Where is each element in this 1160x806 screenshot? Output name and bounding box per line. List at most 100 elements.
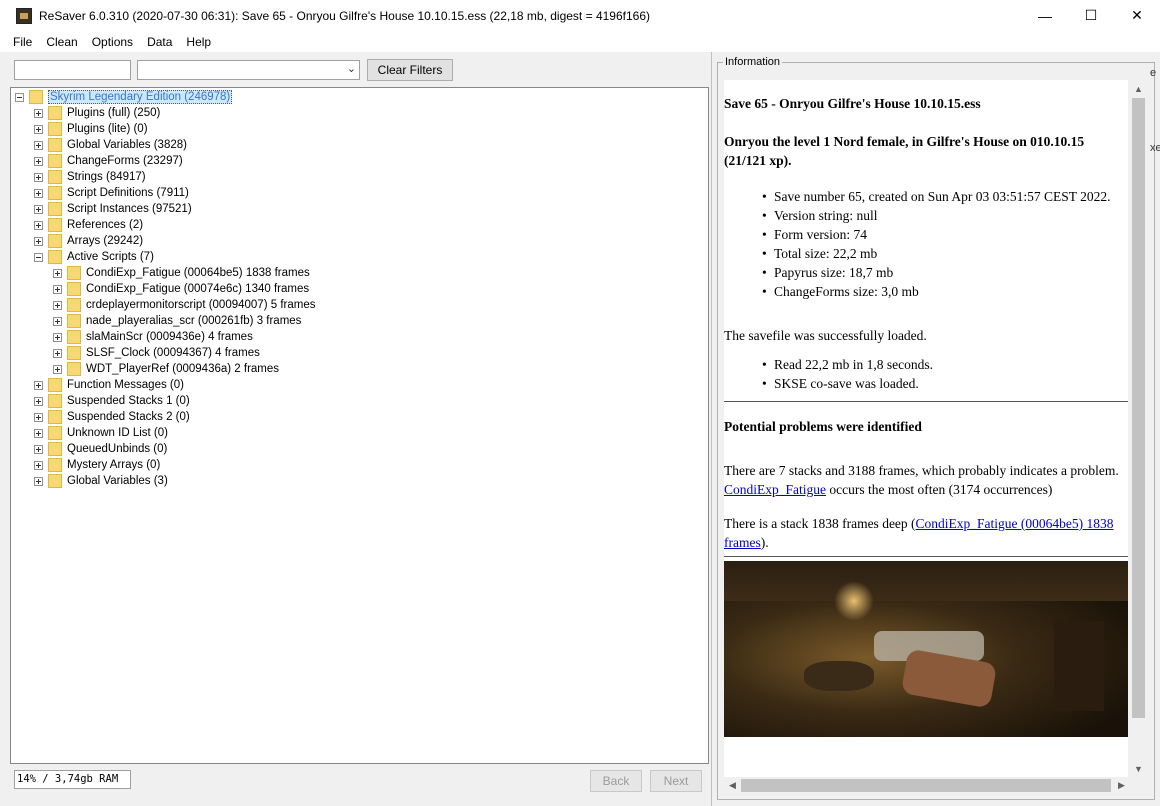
tree-node[interactable]: Function Messages (0) — [34, 377, 184, 393]
tree-node[interactable]: Script Instances (97521) — [34, 201, 192, 217]
most-often-link[interactable]: CondiExp_Fatigue — [724, 482, 826, 497]
tree-node-label[interactable]: Script Definitions (7911) — [67, 187, 189, 199]
tree-expander-icon[interactable] — [34, 460, 43, 470]
tree-node-label[interactable]: ChangeForms (23297) — [67, 155, 183, 167]
tree-expander-icon[interactable] — [34, 172, 43, 182]
menu-data[interactable]: Data — [140, 35, 179, 49]
back-button[interactable]: Back — [590, 770, 642, 792]
tree-node[interactable]: Plugins (lite) (0) — [34, 121, 148, 137]
tree-node-label[interactable]: SLSF_Clock (00094367) 4 frames — [86, 347, 260, 359]
tree-child-node[interactable]: slaMainScr (0009436e) 4 frames — [53, 329, 253, 345]
tree-node-label[interactable]: WDT_PlayerRef (0009436a) 2 frames — [86, 363, 279, 375]
tree-expander-icon[interactable] — [53, 364, 62, 374]
tree-node-label[interactable]: nade_playeralias_scr (000261fb) 3 frames — [86, 315, 301, 327]
tree-expander-icon[interactable] — [15, 92, 24, 102]
save-tree[interactable]: Skyrim Legendary Edition (246978) Plugin… — [10, 87, 709, 764]
tree-child-node[interactable]: WDT_PlayerRef (0009436a) 2 frames — [53, 361, 279, 377]
tree-expander-icon[interactable] — [34, 220, 43, 230]
tree-node-label[interactable]: Strings (84917) — [67, 171, 146, 183]
tree-node[interactable]: Suspended Stacks 1 (0) — [34, 393, 190, 409]
tree-child-node[interactable]: CondiExp_Fatigue (00064be5) 1838 frames — [53, 265, 310, 281]
tree-node-label[interactable]: Plugins (lite) (0) — [67, 123, 148, 135]
tree-expander-icon[interactable] — [53, 332, 62, 342]
tree-node[interactable]: Global Variables (3) — [34, 473, 168, 489]
tree-node[interactable]: Arrays (29242) — [34, 233, 143, 249]
tree-expander-icon[interactable] — [34, 156, 43, 166]
tree-node-label[interactable]: Plugins (full) (250) — [67, 107, 160, 119]
scroll-left-icon[interactable]: ◀ — [724, 777, 741, 794]
menu-help[interactable]: Help — [179, 35, 218, 49]
tree-node[interactable]: Suspended Stacks 2 (0) — [34, 409, 190, 425]
tree-child-node[interactable]: CondiExp_Fatigue (00074e6c) 1340 frames — [53, 281, 309, 297]
vertical-scroll-thumb[interactable] — [1132, 98, 1145, 718]
detail-version-string: Version string: null — [724, 206, 1128, 225]
tree-root-label[interactable]: Skyrim Legendary Edition (246978) — [48, 90, 233, 104]
tree-expander-icon[interactable] — [34, 412, 43, 422]
tree-node-label[interactable]: CondiExp_Fatigue (00064be5) 1838 frames — [86, 267, 310, 279]
tree-node-label[interactable]: Script Instances (97521) — [67, 203, 192, 215]
tree-child-node[interactable]: crdeplayermonitorscript (00094007) 5 fra… — [53, 297, 315, 313]
tree-expander-icon[interactable] — [34, 124, 43, 134]
tree-node-label[interactable]: Suspended Stacks 1 (0) — [67, 395, 190, 407]
tree-node-label[interactable]: Function Messages (0) — [67, 379, 184, 391]
tree-expander-icon[interactable] — [34, 428, 43, 438]
close-button[interactable]: ✕ — [1114, 0, 1160, 31]
tree-node-label[interactable]: Unknown ID List (0) — [67, 427, 168, 439]
chevron-down-icon[interactable]: ⌄ — [347, 62, 356, 75]
info-vertical-scrollbar[interactable]: ▲ ▼ — [1130, 80, 1147, 777]
tree-node[interactable]: Mystery Arrays (0) — [34, 457, 160, 473]
menu-file[interactable]: File — [0, 35, 39, 49]
tree-node[interactable]: Strings (84917) — [34, 169, 146, 185]
tree-expander-icon[interactable] — [34, 204, 43, 214]
scroll-down-icon[interactable]: ▼ — [1130, 760, 1147, 777]
tree-expander-icon[interactable] — [34, 140, 43, 150]
tree-expander-icon[interactable] — [34, 444, 43, 454]
tree-node[interactable]: ChangeForms (23297) — [34, 153, 183, 169]
tree-node[interactable]: Active Scripts (7) — [34, 249, 154, 265]
maximize-button[interactable]: ☐ — [1068, 0, 1114, 31]
tree-node-label[interactable]: Global Variables (3) — [67, 475, 168, 487]
tree-expander-icon[interactable] — [34, 252, 43, 262]
next-button[interactable]: Next — [650, 770, 702, 792]
tree-node[interactable]: Script Definitions (7911) — [34, 185, 189, 201]
tree-expander-icon[interactable] — [34, 396, 43, 406]
tree-node-label[interactable]: Mystery Arrays (0) — [67, 459, 160, 471]
tree-expander-icon[interactable] — [34, 236, 43, 246]
tree-expander-icon[interactable] — [53, 348, 62, 358]
tree-expander-icon[interactable] — [53, 300, 62, 310]
tree-child-node[interactable]: nade_playeralias_scr (000261fb) 3 frames — [53, 313, 301, 329]
tree-node-label[interactable]: Suspended Stacks 2 (0) — [67, 411, 190, 423]
filter-search-input[interactable] — [14, 60, 131, 80]
menu-clean[interactable]: Clean — [39, 35, 84, 49]
tree-expander-icon[interactable] — [34, 380, 43, 390]
tree-node[interactable]: QueuedUnbinds (0) — [34, 441, 167, 457]
tree-root[interactable]: Skyrim Legendary Edition (246978) — [15, 89, 233, 105]
tree-expander-icon[interactable] — [34, 108, 43, 118]
tree-node[interactable]: References (2) — [34, 217, 143, 233]
tree-node-label[interactable]: crdeplayermonitorscript (00094007) 5 fra… — [86, 299, 315, 311]
tree-node[interactable]: Plugins (full) (250) — [34, 105, 160, 121]
scroll-up-icon[interactable]: ▲ — [1130, 80, 1147, 97]
tree-node-label[interactable]: Global Variables (3828) — [67, 139, 187, 151]
scroll-right-icon[interactable]: ▶ — [1113, 777, 1130, 794]
tree-expander-icon[interactable] — [53, 268, 62, 278]
tree-child-node[interactable]: SLSF_Clock (00094367) 4 frames — [53, 345, 260, 361]
tree-node-label[interactable]: slaMainScr (0009436e) 4 frames — [86, 331, 253, 343]
tree-node[interactable]: Unknown ID List (0) — [34, 425, 168, 441]
tree-node-label[interactable]: References (2) — [67, 219, 143, 231]
tree-node-label[interactable]: QueuedUnbinds (0) — [67, 443, 167, 455]
tree-node[interactable]: Global Variables (3828) — [34, 137, 187, 153]
filter-combo[interactable]: ⌄ — [137, 60, 360, 80]
horizontal-scroll-thumb[interactable] — [741, 779, 1111, 792]
menu-options[interactable]: Options — [85, 35, 140, 49]
tree-expander-icon[interactable] — [34, 188, 43, 198]
tree-node-label[interactable]: Active Scripts (7) — [67, 251, 154, 263]
tree-expander-icon[interactable] — [53, 316, 62, 326]
tree-node-label[interactable]: CondiExp_Fatigue (00074e6c) 1340 frames — [86, 283, 309, 295]
tree-node-label[interactable]: Arrays (29242) — [67, 235, 143, 247]
tree-expander-icon[interactable] — [34, 476, 43, 486]
clear-filters-button[interactable]: Clear Filters — [367, 59, 453, 81]
tree-expander-icon[interactable] — [53, 284, 62, 294]
minimize-button[interactable]: — — [1022, 0, 1068, 31]
info-horizontal-scrollbar[interactable]: ◀ ▶ — [724, 777, 1130, 794]
